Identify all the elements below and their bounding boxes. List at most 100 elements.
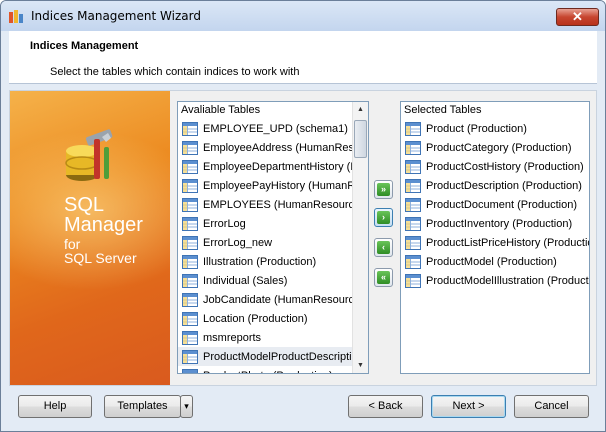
templates-button-label: Templates — [117, 400, 168, 412]
list-item[interactable]: ProductCategory (Production) — [401, 138, 589, 157]
table-icon — [405, 159, 421, 174]
table-icon — [182, 197, 198, 212]
list-item[interactable]: ProductDocument (Production) — [401, 195, 589, 214]
list-item[interactable]: ErrorLog — [178, 214, 352, 233]
table-icon — [182, 121, 198, 136]
remove-all-button[interactable]: « — [374, 268, 393, 287]
banner-line2: Manager — [64, 214, 143, 236]
table-icon — [182, 292, 198, 307]
list-item-label: ProductModelIllustration (Production) — [426, 274, 589, 287]
list-item[interactable]: EmployeeAddress (HumanResources) — [178, 138, 352, 157]
table-icon — [182, 140, 198, 155]
list-item[interactable]: ProductListPriceHistory (Production) — [401, 233, 589, 252]
table-icon — [405, 197, 421, 212]
list-item[interactable]: ProductModelProductDescriptionCulture (P… — [178, 347, 352, 366]
table-icon — [182, 368, 198, 373]
list-item[interactable]: ProductCostHistory (Production) — [401, 157, 589, 176]
list-item[interactable]: ProductInventory (Production) — [401, 214, 589, 233]
list-item-label: EMPLOYEES (HumanResources) — [203, 198, 352, 211]
scroll-thumb[interactable] — [354, 120, 367, 158]
available-tables-scrollbar[interactable]: ▲ ▼ — [352, 102, 368, 373]
wizard-body: SQL Manager for SQL Server Avaliable Tab… — [9, 90, 597, 386]
title-bar[interactable]: Indices Management Wizard ✕ — [1, 1, 605, 31]
list-item-label: Individual (Sales) — [203, 274, 288, 287]
list-item[interactable]: ProductDescription (Production) — [401, 176, 589, 195]
list-item-label: EmployeeDepartmentHistory (HumanResource… — [203, 160, 352, 173]
list-item[interactable]: JobCandidate (HumanResources) — [178, 290, 352, 309]
help-button-label: Help — [43, 400, 67, 412]
add-button[interactable]: › — [374, 208, 393, 227]
selected-tables-items: Product (Production) ProductCategory (Pro… — [401, 119, 589, 373]
left-arrow-icon: ‹ — [377, 241, 390, 254]
list-item[interactable]: ProductModelIllustration (Production) — [401, 271, 589, 290]
list-item[interactable]: EmployeeDepartmentHistory (HumanResource… — [178, 157, 352, 176]
window-title: Indices Management Wizard — [31, 9, 201, 23]
wizard-header: Indices Management Select the tables whi… — [9, 31, 597, 84]
list-item[interactable]: ProductPhoto (Production) — [178, 366, 352, 373]
list-item-label: ProductDocument (Production) — [426, 198, 578, 211]
remove-button[interactable]: ‹ — [374, 238, 393, 257]
list-item-label: ProductInventory (Production) — [426, 217, 573, 230]
list-item-label: EmployeeAddress (HumanResources) — [203, 141, 352, 154]
list-item-label: ProductCategory (Production) — [426, 141, 572, 154]
cancel-button[interactable]: Cancel — [514, 395, 589, 418]
list-item-label: Location (Production) — [203, 312, 308, 325]
list-item-label: ProductDescription (Production) — [426, 179, 582, 192]
page-title: Indices Management — [30, 40, 139, 52]
list-item[interactable]: Individual (Sales) — [178, 271, 352, 290]
close-icon: ✕ — [572, 9, 583, 24]
list-item-label: ProductCostHistory (Production) — [426, 160, 584, 173]
back-button[interactable]: < Back — [348, 395, 423, 418]
selected-tables-list[interactable]: Selected Tables Product (Production) Prod… — [400, 101, 590, 374]
banner-line3: for — [64, 236, 81, 252]
list-item-label: JobCandidate (HumanResources) — [203, 293, 352, 306]
double-right-arrow-icon: » — [377, 183, 390, 196]
back-button-label: < Back — [368, 400, 403, 412]
cancel-button-label: Cancel — [534, 400, 569, 412]
table-icon — [182, 311, 198, 326]
list-item-label: ProductModel (Production) — [426, 255, 557, 268]
list-item-label: Product (Production) — [426, 122, 527, 135]
scroll-up-arrow-icon[interactable]: ▲ — [353, 102, 368, 117]
help-button[interactable]: Help — [18, 395, 92, 418]
list-item[interactable]: EmployeePayHistory (HumanResources) — [178, 176, 352, 195]
page-subtitle: Select the tables which contain indices … — [50, 66, 300, 78]
double-left-arrow-icon: « — [377, 271, 390, 284]
database-tools-icon — [65, 129, 113, 181]
table-icon — [405, 140, 421, 155]
next-button[interactable]: Next > — [431, 395, 506, 418]
table-icon — [405, 273, 421, 288]
templates-button[interactable]: Templates — [104, 395, 181, 418]
list-item[interactable]: msmreports — [178, 328, 352, 347]
list-item[interactable]: ErrorLog_new — [178, 233, 352, 252]
add-all-button[interactable]: » — [374, 180, 393, 199]
list-item-label: ProductListPriceHistory (Production) — [426, 236, 589, 249]
available-tables-list[interactable]: Avaliable Tables EMPLOYEE_UPD (schema1) E… — [177, 101, 369, 374]
table-icon — [182, 273, 198, 288]
chevron-down-icon: ▾ — [184, 401, 189, 411]
table-icon — [182, 254, 198, 269]
list-item-label: Illustration (Production) — [203, 255, 317, 268]
list-item-label: ErrorLog — [203, 217, 246, 230]
available-tables-items: EMPLOYEE_UPD (schema1) EmployeeAddress (H… — [178, 119, 352, 373]
table-icon — [182, 216, 198, 231]
list-item[interactable]: EMPLOYEE_UPD (schema1) — [178, 119, 352, 138]
selected-tables-header: Selected Tables — [404, 104, 482, 116]
table-icon — [182, 330, 198, 345]
list-item[interactable]: Location (Production) — [178, 309, 352, 328]
available-tables-header: Avaliable Tables — [181, 104, 261, 116]
table-icon — [182, 159, 198, 174]
next-button-label: Next > — [452, 400, 485, 412]
templates-dropdown-button[interactable]: ▾ — [180, 395, 193, 418]
list-item[interactable]: Illustration (Production) — [178, 252, 352, 271]
table-icon — [182, 178, 198, 193]
close-button[interactable]: ✕ — [556, 8, 599, 26]
banner-line1: SQL — [64, 194, 105, 216]
list-item[interactable]: EMPLOYEES (HumanResources) — [178, 195, 352, 214]
product-banner: SQL Manager for SQL Server — [10, 91, 170, 385]
table-icon — [405, 235, 421, 250]
list-item[interactable]: Product (Production) — [401, 119, 589, 138]
list-item[interactable]: ProductModel (Production) — [401, 252, 589, 271]
scroll-down-arrow-icon[interactable]: ▼ — [353, 358, 368, 373]
list-item-label: ProductModelProductDescriptionCulture (P… — [203, 350, 352, 363]
